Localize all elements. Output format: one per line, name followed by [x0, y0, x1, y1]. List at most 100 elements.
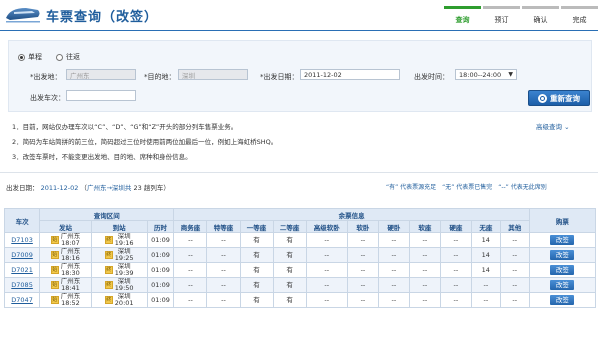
seat-cell: --: [305, 277, 348, 293]
book-cell: 改签: [528, 292, 597, 308]
radio-oneway-dot[interactable]: [18, 53, 25, 61]
seat-cell: --: [377, 262, 410, 278]
seat-cell: --: [206, 262, 241, 278]
seat-cell: --: [377, 232, 410, 248]
col-header: 到站: [90, 220, 148, 233]
summary-prefix: 出发日期：: [6, 184, 39, 192]
station-time: 18:16: [61, 254, 80, 262]
train-cell: D7009: [3, 247, 41, 263]
station-type-icon: 终: [104, 266, 113, 274]
col-header: 发站: [39, 220, 92, 233]
seat-cell: --: [499, 247, 530, 263]
book-cell: 改签: [528, 262, 597, 278]
seat-cell: --: [408, 262, 441, 278]
time-label: 出发时间：: [414, 73, 449, 81]
duration-cell: 01:09: [146, 232, 175, 248]
col-header: 二等座: [272, 220, 307, 233]
change-ticket-button[interactable]: 改签: [550, 235, 575, 245]
seat-cell: --: [499, 277, 530, 293]
seat-cell: --: [408, 277, 441, 293]
station-type-icon: 始: [50, 266, 59, 274]
train-number-input[interactable]: [66, 90, 136, 101]
seat-cell: --: [439, 232, 472, 248]
col-header: 其他: [499, 220, 530, 233]
seat-cell: --: [499, 232, 530, 248]
seat-cell: --: [439, 277, 472, 293]
page-title: 车票查询（改签）: [46, 10, 159, 25]
station-type-icon: 始: [50, 251, 59, 259]
train-number-link[interactable]: D7021: [11, 266, 33, 274]
step-book: 预订: [483, 6, 520, 25]
train-label: 出发车次：: [30, 94, 65, 102]
search-again-button[interactable]: 重新查询: [528, 90, 590, 106]
search-icon: [538, 93, 547, 103]
time-select[interactable]: 18:00--24:00 ▼: [455, 69, 517, 80]
station-time: 18:41: [61, 284, 80, 292]
col-header: 特等座: [206, 220, 241, 233]
radio-oneway[interactable]: 单程: [18, 52, 42, 62]
seat-cell: 有: [272, 292, 307, 308]
seat-cell: --: [173, 262, 208, 278]
seat-cell: 有: [239, 232, 274, 248]
seat-cell: --: [377, 247, 410, 263]
section-divider: [0, 172, 598, 173]
summary-route: 广州东→深圳共: [86, 184, 132, 192]
duration-cell: 01:09: [146, 247, 175, 263]
station-time: 19:16: [114, 239, 134, 247]
to-station-input[interactable]: [178, 69, 248, 80]
station-type-icon: 终: [104, 281, 113, 289]
seat-cell: --: [499, 262, 530, 278]
train-number-link[interactable]: D7085: [11, 281, 33, 289]
train-number-link[interactable]: D7047: [11, 296, 33, 304]
station-time: 19:25: [114, 254, 134, 262]
advanced-query-link[interactable]: 高级查询 ⌄: [536, 121, 570, 131]
book-cell: 改签: [528, 277, 597, 293]
from-cell: 始广州东 18:30: [39, 262, 92, 278]
change-ticket-button[interactable]: 改签: [550, 265, 575, 275]
seat-cell: 有: [272, 277, 307, 293]
col-header: 无座: [470, 220, 501, 233]
seat-cell: 14: [470, 262, 501, 278]
change-ticket-button[interactable]: 改签: [550, 295, 575, 305]
seat-cell: --: [499, 292, 530, 308]
table-row: D7009 始广州东 18:16 终深圳 19:25 01:09 -- -- 有有 -- -- -- -…: [3, 247, 597, 263]
progress-steps: 查询 预订 确认 完成: [444, 6, 598, 25]
date-input[interactable]: [300, 69, 400, 80]
step-confirm: 确认: [522, 6, 559, 25]
notes-list: 1．目前，网站仅办理车次以“C”、“D”、“G”和“Z”开头的部分列车售票业务。…: [12, 120, 532, 165]
seat-cell: 有: [239, 277, 274, 293]
duration-cell: 01:09: [146, 277, 175, 293]
train-number-link[interactable]: D7009: [11, 251, 33, 259]
from-station-input[interactable]: [66, 69, 136, 80]
seat-cell: --: [408, 247, 441, 263]
radio-roundtrip-dot[interactable]: [56, 53, 63, 61]
search-again-label: 重新查询: [550, 93, 580, 103]
seat-cell: --: [346, 277, 379, 293]
seat-cell: --: [173, 292, 208, 308]
seat-cell: --: [408, 232, 441, 248]
col-header: 历时: [146, 220, 175, 233]
duration-cell: 01:09: [146, 292, 175, 308]
seat-cell: --: [346, 232, 379, 248]
change-ticket-button[interactable]: 改签: [550, 280, 575, 290]
station-time: 20:01: [114, 299, 134, 307]
col-header: 硬座: [439, 220, 472, 233]
seat-cell: --: [305, 232, 348, 248]
train-number-link[interactable]: D7103: [11, 236, 33, 244]
station-time: 18:30: [61, 269, 80, 277]
seat-cell: 14: [470, 232, 501, 248]
result-summary: 出发日期： 2011-12-02 （广州东→深圳共 23 趟列车）: [6, 184, 170, 192]
seat-cell: --: [173, 247, 208, 263]
seat-cell: --: [206, 277, 241, 293]
step-complete: 完成: [561, 6, 598, 25]
seat-cell: --: [305, 247, 348, 263]
seat-cell: --: [408, 292, 441, 308]
header-divider: [0, 30, 598, 31]
seat-cell: 有: [239, 247, 274, 263]
book-cell: 改签: [528, 232, 597, 248]
change-ticket-button[interactable]: 改签: [550, 250, 575, 260]
seat-cell: --: [346, 247, 379, 263]
radio-roundtrip[interactable]: 往返: [56, 52, 80, 62]
seat-legend: “有” 代表票源充足 “无” 代表票已售完 “--” 代表无此席别: [386, 184, 547, 191]
seat-cell: --: [439, 247, 472, 263]
